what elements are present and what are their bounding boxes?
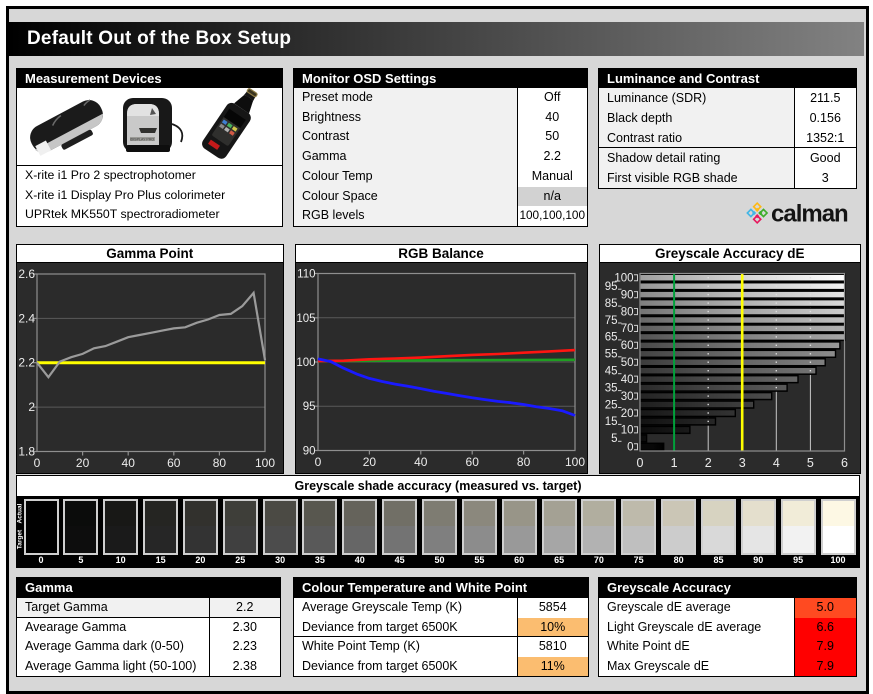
svg-text:20: 20 — [620, 408, 633, 420]
svg-text:5: 5 — [806, 456, 813, 470]
svg-text:5: 5 — [611, 433, 617, 445]
svg-text:80: 80 — [213, 456, 227, 470]
svg-text:100: 100 — [564, 455, 584, 469]
svg-text:80: 80 — [620, 306, 633, 318]
svg-text:100: 100 — [296, 357, 315, 369]
svg-text:30: 30 — [620, 391, 633, 403]
svg-text:3: 3 — [738, 456, 745, 470]
svg-text:60: 60 — [167, 456, 181, 470]
svg-text:40: 40 — [620, 374, 633, 386]
svg-text:0: 0 — [627, 442, 633, 454]
svg-text:0: 0 — [314, 455, 321, 469]
svg-text:2: 2 — [28, 400, 35, 414]
svg-text:40: 40 — [414, 455, 428, 469]
svg-text:0: 0 — [636, 456, 643, 470]
svg-text:60: 60 — [620, 340, 633, 352]
svg-text:75: 75 — [604, 315, 617, 327]
svg-text:20: 20 — [76, 456, 90, 470]
svg-text:2.2: 2.2 — [18, 356, 35, 370]
svg-text:0: 0 — [34, 456, 41, 470]
svg-text:2.4: 2.4 — [18, 311, 35, 325]
svg-text:95: 95 — [302, 401, 315, 413]
svg-text:105: 105 — [296, 313, 315, 325]
svg-text:100: 100 — [255, 456, 275, 470]
svg-text:2.6: 2.6 — [18, 267, 35, 281]
svg-text:60: 60 — [465, 455, 479, 469]
svg-text:65: 65 — [604, 332, 617, 344]
svg-text:25: 25 — [604, 399, 617, 411]
svg-text:90: 90 — [620, 289, 633, 301]
svg-text:iDISPLAY PRO: iDISPLAY PRO — [130, 138, 155, 142]
svg-text:10: 10 — [620, 425, 633, 437]
svg-text:20: 20 — [362, 455, 376, 469]
svg-text:55: 55 — [604, 349, 617, 361]
svg-text:80: 80 — [516, 455, 530, 469]
svg-text:6: 6 — [841, 456, 848, 470]
svg-text:110: 110 — [297, 269, 315, 281]
svg-text:2: 2 — [704, 456, 711, 470]
svg-text:85: 85 — [604, 298, 617, 310]
svg-text:90: 90 — [302, 446, 315, 458]
svg-text:95: 95 — [604, 281, 617, 293]
svg-text:50: 50 — [620, 357, 633, 369]
svg-text:40: 40 — [122, 456, 136, 470]
svg-text:calman: calman — [771, 201, 848, 228]
svg-text:1: 1 — [670, 456, 677, 470]
svg-text:35: 35 — [604, 382, 617, 394]
svg-text:45: 45 — [604, 366, 617, 378]
svg-text:70: 70 — [620, 323, 633, 335]
svg-text:4: 4 — [772, 456, 779, 470]
svg-text:15: 15 — [604, 416, 617, 428]
